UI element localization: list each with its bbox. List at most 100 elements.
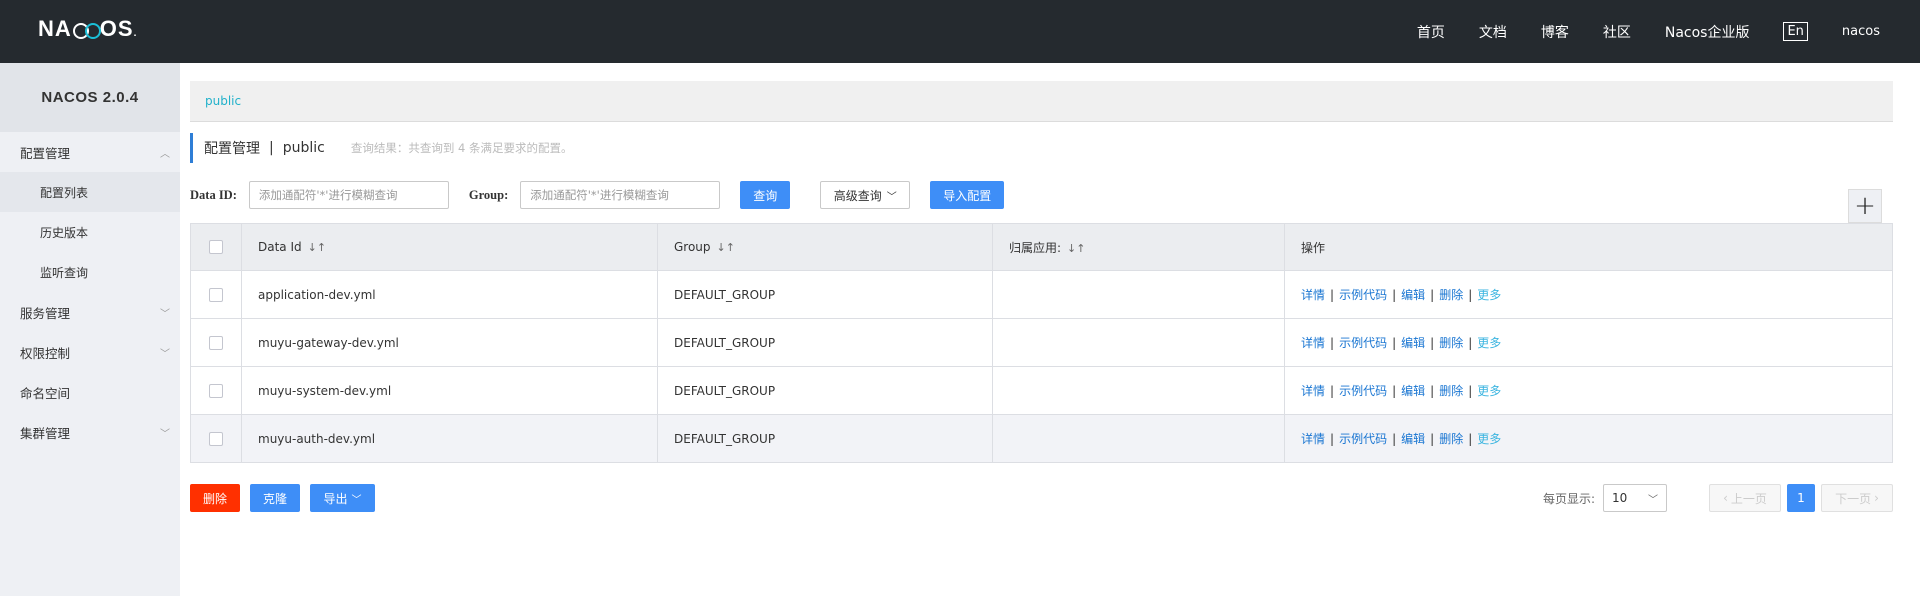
nacos-logo[interactable]: NA OS. [38,16,137,42]
sample-code-link[interactable]: 示例代码 [1339,336,1387,350]
more-link[interactable]: 更多 [1477,384,1501,398]
row-checkbox[interactable] [209,335,223,350]
cell-ops: 详情 | 示例代码 | 编辑 | 删除 | 更多 [1284,318,1893,367]
divider: | [1430,384,1435,398]
nav-docs[interactable]: 文档 [1479,22,1507,42]
next-page-label: 下一页 [1835,491,1872,506]
language-switch-button[interactable]: En [1783,22,1808,41]
table-header-row: Data Id ↓↑ Group ↓↑ 归属应用: ↓↑ 操作 [190,223,1893,271]
chevron-right-icon: › [1874,491,1879,505]
namespace-link[interactable]: public [205,94,241,108]
chevron-down-icon: ﹀ [160,308,170,320]
chevron-up-icon: ︿ [160,148,170,160]
divider: | [1468,432,1473,446]
more-link[interactable]: 更多 [1477,432,1501,446]
delete-button[interactable]: 删除 [190,484,240,512]
edit-link[interactable]: 编辑 [1401,432,1425,446]
pagination: 每页显示: 10 ﹀ ‹ 上一页 1 下一页 › [1543,484,1893,512]
sample-code-link[interactable]: 示例代码 [1339,432,1387,446]
page-number-current[interactable]: 1 [1787,484,1815,512]
detail-link[interactable]: 详情 [1301,336,1325,350]
delete-link[interactable]: 删除 [1439,384,1463,398]
row-checkbox[interactable] [209,431,223,446]
sample-code-link[interactable]: 示例代码 [1339,288,1387,302]
divider: | [1392,384,1397,398]
detail-link[interactable]: 详情 [1301,432,1325,446]
sidebar-item-cluster-management[interactable]: 集群管理 ﹀ [0,412,180,452]
next-page-button[interactable]: 下一页 › [1821,484,1893,512]
sidebar-item-config-management[interactable]: 配置管理 ︿ [0,132,180,172]
chevron-left-icon: ‹ [1723,491,1728,505]
row-checkbox[interactable] [209,383,223,398]
sort-icon[interactable]: ↓↑ [308,241,326,254]
divider: | [1392,432,1397,446]
sidebar-item-access-control[interactable]: 权限控制 ﹀ [0,332,180,372]
table-row: muyu-system-dev.yml DEFAULT_GROUP 详情 | 示例代… [190,366,1893,415]
edit-link[interactable]: 编辑 [1401,384,1425,398]
more-link[interactable]: 更多 [1477,288,1501,302]
more-link[interactable]: 更多 [1477,336,1501,350]
delete-link[interactable]: 删除 [1439,288,1463,302]
delete-link[interactable]: 删除 [1439,432,1463,446]
sort-icon[interactable]: ↓↑ [1067,242,1085,255]
sort-icon[interactable]: ↓↑ [717,241,735,254]
chevron-down-icon: ﹀ [160,428,170,440]
sample-code-link[interactable]: 示例代码 [1339,384,1387,398]
nav-enterprise[interactable]: Nacos企业版 [1665,22,1750,42]
divider: | [1468,384,1473,398]
top-header: NA OS. 首页 文档 博客 社区 Nacos企业版 En nacos [0,0,1920,63]
nav-home[interactable]: 首页 [1417,22,1445,42]
table-row: muyu-gateway-dev.yml DEFAULT_GROUP 详情 | 示例… [190,318,1893,367]
version-title: NACOS 2.0.4 [0,63,180,132]
column-ops: 操作 [1284,223,1893,271]
divider: | [1330,288,1335,302]
advanced-query-button[interactable]: 高级查询 ﹀ [820,181,911,209]
add-config-button[interactable]: + [1848,189,1882,223]
nav-community[interactable]: 社区 [1603,22,1631,42]
export-button[interactable]: 导出 ﹀ [310,484,375,512]
select-all-cell [190,223,242,271]
delete-link[interactable]: 删除 [1439,336,1463,350]
sidebar-item-config-list[interactable]: 配置列表 [0,172,180,212]
user-menu[interactable]: nacos [1842,24,1880,39]
detail-link[interactable]: 详情 [1301,288,1325,302]
edit-link[interactable]: 编辑 [1401,288,1425,302]
row-checkbox[interactable] [209,287,223,302]
sidebar: NACOS 2.0.4 配置管理 ︿ 配置列表 历史版本 监听查询 服务管理 ﹀… [0,63,180,596]
table-row: muyu-auth-dev.yml DEFAULT_GROUP 详情 | 示例代码 |… [190,414,1893,463]
divider: | [1330,384,1335,398]
page-size-select[interactable]: 10 ﹀ [1603,484,1667,512]
divider: | [1468,336,1473,350]
column-group[interactable]: Group ↓↑ [657,223,993,271]
prev-page-button[interactable]: ‹ 上一页 [1709,484,1781,512]
dataid-label: Data ID: [190,187,237,202]
sidebar-item-service-management[interactable]: 服务管理 ﹀ [0,292,180,332]
cell-app [992,366,1285,415]
divider: | [1392,336,1397,350]
title-text: 配置管理 [204,141,260,157]
select-all-checkbox[interactable] [209,240,223,255]
import-config-button[interactable]: 导入配置 [930,181,1005,209]
advanced-query-label: 高级查询 [833,188,882,203]
column-dataid[interactable]: Data Id ↓↑ [241,223,658,271]
column-app[interactable]: 归属应用: ↓↑ [992,223,1285,271]
group-input[interactable] [520,181,721,209]
chevron-down-icon: ﹀ [886,191,897,203]
sidebar-item-namespace[interactable]: 命名空间 [0,372,180,412]
query-button[interactable]: 查询 [740,181,791,209]
sidebar-item-history[interactable]: 历史版本 [0,212,180,252]
dataid-input[interactable] [248,181,449,209]
sidebar-item-listener-query[interactable]: 监听查询 [0,252,180,292]
result-hint: 查询结果：共查询到 4 条满足要求的配置。 [350,141,573,155]
cell-dataid: muyu-system-dev.yml [241,366,658,415]
nav-blog[interactable]: 博客 [1541,22,1569,42]
clone-button[interactable]: 克隆 [250,484,300,512]
page-title: 配置管理 | public 查询结果：共查询到 4 条满足要求的配置。 [190,133,572,163]
cell-group: DEFAULT_GROUP [657,270,993,319]
prev-page-label: 上一页 [1730,491,1767,506]
table-row: application-dev.yml DEFAULT_GROUP 详情 | 示例代… [190,270,1893,319]
edit-link[interactable]: 编辑 [1401,336,1425,350]
logo-rings-icon [72,23,101,39]
detail-link[interactable]: 详情 [1301,384,1325,398]
cell-group: DEFAULT_GROUP [657,318,993,367]
